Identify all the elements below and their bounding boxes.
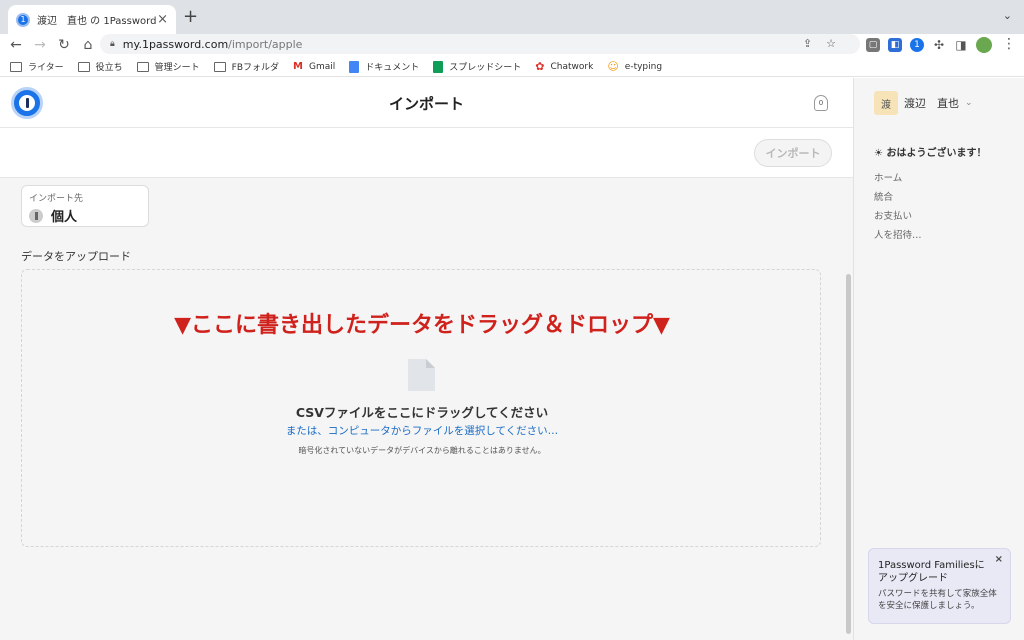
bookmark-label: Chatwork (550, 61, 594, 72)
bookmark-label: 役立ち (95, 63, 123, 73)
puzzle-extensions-icon[interactable]: ✣ (932, 38, 946, 52)
bookmark-label: 管理シート (154, 63, 200, 73)
account-menu[interactable]: 渡 渡辺 直也 ⌄ (874, 91, 973, 115)
page-title: インポート (388, 95, 464, 113)
bookmark-docs[interactable]: ドキュメント (349, 60, 419, 73)
file-icon (408, 359, 435, 391)
chrome-menu-kebab-icon[interactable]: ⋮ (1002, 36, 1016, 52)
gmail-icon: M (293, 61, 303, 72)
onepassword-favicon-icon: 1 (16, 12, 30, 27)
bookmark-chatwork[interactable]: ✿ Chatwork (535, 60, 593, 73)
sidebar-item-home[interactable]: ホーム (874, 170, 922, 189)
destination-label: インポート先 (29, 194, 84, 204)
privacy-note: 暗号化されていないデータがデバイスから離れることはありません。 (298, 446, 546, 455)
folder-icon (136, 61, 149, 72)
bookmark-etyping[interactable]: ☺ e-typing (607, 60, 662, 73)
file-drop-zone[interactable]: ▼ここに書き出したデータをドラッグ＆ドロップ▼ CSVファイルをここにドラッグし… (21, 269, 821, 547)
upload-heading: データをアップロード (21, 250, 131, 263)
folder-icon (213, 61, 226, 72)
greeting: ☀ おはようございます！ (874, 148, 987, 159)
home-icon[interactable]: ⌂ (76, 37, 100, 53)
user-avatar: 渡 (874, 91, 898, 115)
tab-close-icon[interactable]: × (157, 12, 168, 27)
main-content: インポート 0 インポート インポート先 個人 データをアップロード ▼ここに書… (0, 78, 853, 640)
bookmark-folder[interactable]: 役立ち (77, 60, 123, 73)
promo-body: パスワードを共有して家族全体を安全に保護しましょう。 (878, 589, 997, 611)
sidebar-item-invite[interactable]: 人を招待… (874, 227, 922, 246)
chatwork-icon: ✿ (535, 60, 545, 73)
extension-blue-icon[interactable]: ◧ (888, 38, 902, 52)
import-button[interactable]: インポート (754, 139, 832, 167)
bookmark-label: ドキュメント (365, 63, 420, 73)
families-upgrade-promo[interactable]: × 1Password Familiesにアップグレード パスワードを共有して家… (868, 548, 1011, 624)
back-arrow-icon[interactable]: ← (4, 37, 28, 53)
notification-count: 0 (814, 95, 828, 111)
promo-title: 1Password Familiesにアップグレード (878, 560, 985, 584)
sidebar-item-integrations[interactable]: 統合 (874, 189, 922, 208)
chrome-profile-avatar[interactable] (976, 37, 992, 53)
forward-arrow-icon[interactable]: → (28, 37, 52, 53)
folder-icon (10, 61, 22, 72)
bookmark-label: Gmail (308, 61, 336, 72)
url-path: /import/apple (228, 37, 303, 51)
folder-icon (77, 61, 90, 72)
chevron-down-icon: ⌄ (965, 98, 973, 108)
bookmark-gmail[interactable]: M Gmail (293, 61, 335, 72)
sidebar-links: ホーム 統合 お支払い 人を招待… (874, 170, 922, 246)
bookmark-label: ライター (28, 63, 64, 73)
scrollbar-thumb[interactable] (846, 274, 851, 634)
address-bar[interactable]: 🔒︎ my.1password.com/import/apple ⇪☆ (100, 34, 860, 54)
share-and-bookmark-star-icons[interactable]: ⇪☆ (803, 37, 850, 50)
sheets-icon (433, 60, 444, 73)
onepassword-extension-icon[interactable]: 1 (910, 38, 924, 52)
notification-bell-icon[interactable]: 0 (812, 92, 830, 114)
tab-search-chevron-icon[interactable]: ⌄ (1003, 9, 1012, 22)
vault-name: 個人 (51, 210, 78, 225)
annotation-text: ▼ここに書き出したデータをドラッグ＆ドロップ▼ (174, 313, 670, 338)
extensions-area: ▢ ◧ 1 ✣ ◨ (866, 37, 992, 53)
bookmark-folder[interactable]: 管理シート (136, 60, 200, 73)
url-host: my.1password.com (122, 37, 229, 51)
select-file-link[interactable]: または、コンピュータからファイルを選択してください… (22, 423, 822, 438)
close-icon[interactable]: × (995, 554, 1003, 565)
import-destination-selector[interactable]: インポート先 個人 (21, 185, 149, 227)
lock-icon[interactable]: 🔒︎ (110, 39, 115, 49)
bookmark-folder[interactable]: ライター (10, 60, 64, 73)
browser-tab-strip: 1 渡辺 直也 の 1Password × + ⌄ (0, 0, 1024, 34)
bookmark-label: e-typing (624, 61, 663, 72)
tab-title: 渡辺 直也 の 1Password (37, 16, 157, 27)
user-name: 渡辺 直也 (904, 97, 959, 110)
sidebar-item-billing[interactable]: お支払い (874, 208, 922, 227)
bookmark-folder[interactable]: FBフォルダ (213, 60, 280, 73)
bookmark-label: FBフォルダ (231, 63, 280, 73)
scrollbar[interactable] (844, 178, 852, 640)
bookmark-sheets[interactable]: スプレッドシート (433, 60, 521, 73)
action-bar: インポート (0, 128, 853, 178)
new-tab-button[interactable]: + (183, 8, 198, 26)
bookmarks-bar: ライター 役立ち 管理シート FBフォルダ M Gmail ドキュメント スプレッ… (0, 57, 1024, 77)
browser-tab[interactable]: 1 渡辺 直也 の 1Password × (8, 5, 176, 34)
right-sidebar: 渡 渡辺 直也 ⌄ ☀ おはようございます！ ホーム 統合 お支払い 人を招待…… (853, 78, 1024, 640)
app-header: インポート 0 (0, 78, 853, 128)
vault-icon (29, 208, 43, 223)
pocket-extension-icon[interactable]: ▢ (866, 38, 880, 52)
drop-instruction: CSVファイルをここにドラッグしてください (295, 405, 549, 420)
side-panel-icon[interactable]: ◨ (954, 38, 968, 52)
etyping-icon: ☺ (607, 60, 619, 73)
reload-icon[interactable]: ↻ (52, 37, 76, 53)
docs-icon (349, 60, 360, 73)
bookmark-label: スプレッドシート (449, 63, 522, 73)
